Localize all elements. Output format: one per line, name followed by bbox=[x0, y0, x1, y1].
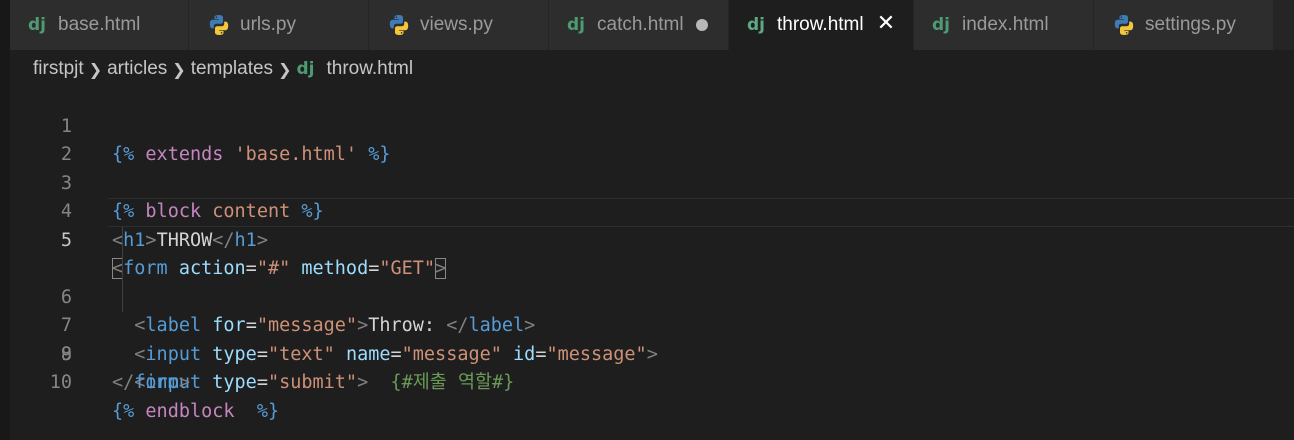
tab-throw-html[interactable]: dj throw.html ✕ bbox=[729, 0, 914, 50]
tab-settings-py[interactable]: settings.py bbox=[1094, 0, 1274, 50]
python-icon bbox=[209, 15, 229, 35]
activity-bar-edge bbox=[0, 0, 10, 440]
indent-guide bbox=[122, 283, 123, 312]
django-icon: dj bbox=[28, 15, 46, 35]
tab-label: base.html bbox=[58, 14, 141, 35]
tab-label: catch.html bbox=[597, 14, 684, 35]
tab-catch-html[interactable]: dj catch.html bbox=[549, 0, 729, 50]
code-editor[interactable]: 1 {% extends 'base.html' %} 2 3 {% block… bbox=[10, 84, 1294, 440]
python-icon bbox=[389, 15, 409, 35]
breadcrumb-item-templates[interactable]: templates bbox=[191, 58, 273, 80]
code-line[interactable]: 4 <h1>THROW</h1> bbox=[10, 170, 1294, 251]
code-line[interactable]: 8 <input type="submit"> {#제출 역할#} bbox=[10, 283, 1294, 393]
tab-label: urls.py bbox=[240, 14, 296, 35]
tab-base-html[interactable]: dj base.html bbox=[10, 0, 189, 50]
tab-urls-py[interactable]: urls.py bbox=[189, 0, 369, 50]
code-text[interactable]: </form> bbox=[112, 369, 190, 398]
line-number: 10 bbox=[49, 372, 72, 393]
code-line-current[interactable]: 5 <form action="#" method="GET"> bbox=[10, 198, 1294, 279]
code-text[interactable]: {% endblock %} bbox=[112, 398, 279, 427]
tab-label: settings.py bbox=[1145, 14, 1236, 35]
unsaved-dot-icon[interactable] bbox=[696, 19, 708, 31]
django-icon: dj bbox=[296, 59, 315, 79]
code-line[interactable]: 6 <label for="message">Throw: </label> bbox=[10, 226, 1294, 336]
breadcrumb-item-firstpjt[interactable]: firstpjt bbox=[33, 58, 84, 80]
vscode-window: dj base.html urls.py views.py dj catch.h… bbox=[0, 0, 1294, 440]
python-icon bbox=[1114, 15, 1134, 35]
code-line[interactable]: 2 bbox=[10, 113, 1294, 165]
breadcrumb-item-file[interactable]: throw.html bbox=[326, 58, 413, 80]
django-icon: dj bbox=[567, 15, 585, 35]
code-line[interactable]: 1 {% extends 'base.html' %} bbox=[10, 84, 1294, 166]
tab-label: views.py bbox=[420, 14, 493, 35]
close-icon[interactable]: ✕ bbox=[873, 11, 899, 37]
code-line[interactable]: 9 </form> bbox=[10, 312, 1294, 394]
code-line[interactable]: 10 {% endblock %} bbox=[10, 341, 1294, 422]
breadcrumb: firstpjt ❯ articles ❯ templates ❯ dj thr… bbox=[33, 55, 413, 83]
chevron-right-icon: ❯ bbox=[88, 59, 103, 79]
tab-views-py[interactable]: views.py bbox=[369, 0, 549, 50]
chevron-right-icon: ❯ bbox=[278, 59, 292, 79]
indent-guide bbox=[122, 255, 123, 284]
breadcrumb-item-articles[interactable]: articles bbox=[107, 58, 167, 80]
indent-guide bbox=[122, 226, 123, 255]
editor-tab-bar: dj base.html urls.py views.py dj catch.h… bbox=[10, 0, 1294, 50]
django-icon: dj bbox=[932, 15, 950, 35]
chevron-right-icon: ❯ bbox=[172, 59, 186, 79]
tab-label: throw.html bbox=[777, 14, 864, 35]
tab-label: index.html bbox=[962, 14, 1049, 35]
tab-index-html[interactable]: dj index.html bbox=[914, 0, 1094, 50]
django-icon: dj bbox=[747, 15, 765, 35]
code-line[interactable]: 3 {% block content %} bbox=[10, 141, 1294, 223]
code-line[interactable]: 7 <input type="text" name="message" id="… bbox=[10, 255, 1294, 365]
